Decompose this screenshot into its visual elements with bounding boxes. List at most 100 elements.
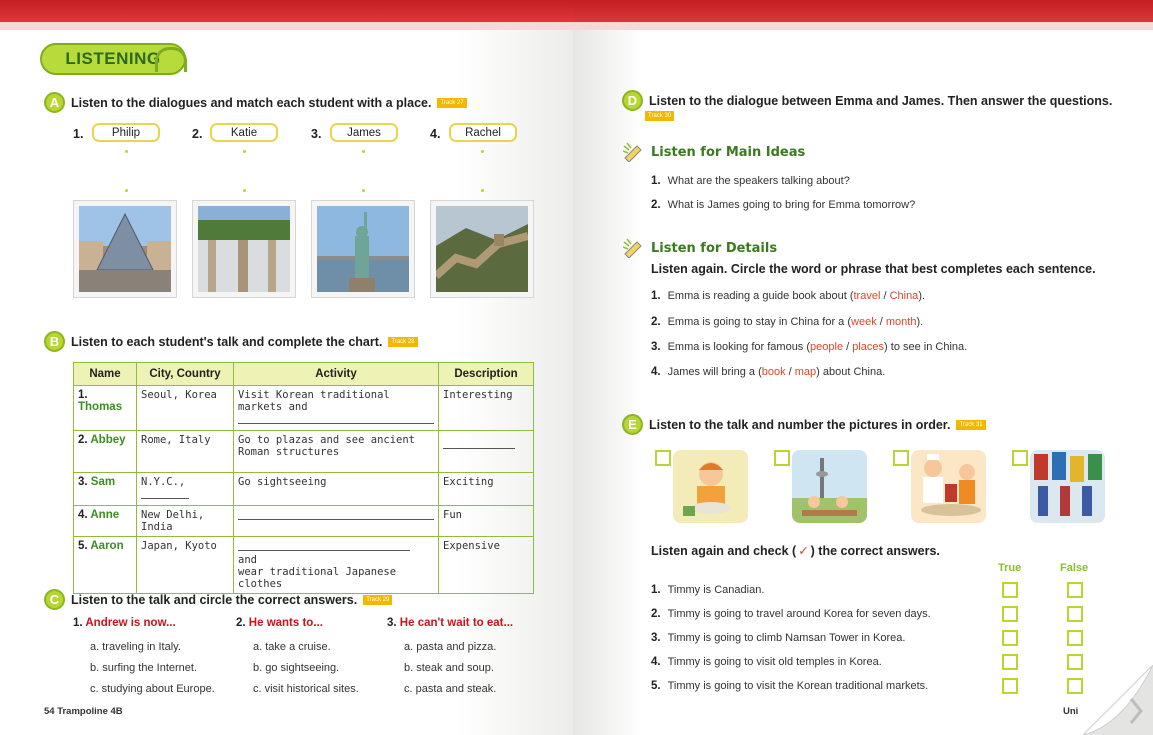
true-checkbox[interactable] bbox=[1002, 678, 1018, 694]
question: 2. He wants to... bbox=[236, 617, 323, 629]
match-dot[interactable] bbox=[243, 150, 246, 153]
answer-option[interactable]: a. take a cruise. bbox=[253, 641, 331, 653]
student-name-box: Philip bbox=[92, 123, 160, 142]
answer-option[interactable]: c. visit historical sites. bbox=[253, 683, 359, 695]
answer-option[interactable]: b. steak and soup. bbox=[404, 662, 494, 674]
false-checkbox[interactable] bbox=[1067, 630, 1083, 646]
order-number-box[interactable] bbox=[1012, 450, 1028, 466]
answer-option[interactable]: a. pasta and pizza. bbox=[404, 641, 496, 653]
track-label: Track 31 bbox=[956, 419, 986, 430]
answer-blank[interactable] bbox=[443, 438, 515, 449]
section-e-heading: E Listen to the talk and number the pict… bbox=[622, 414, 986, 435]
check-instruction: Listen again and check ( ✓ ) the correct… bbox=[651, 543, 940, 559]
section-title: Listen to the dialogues and match each s… bbox=[71, 95, 432, 110]
answer-blank[interactable] bbox=[238, 509, 434, 520]
choice-option[interactable]: week bbox=[851, 316, 877, 328]
answer-blank[interactable] bbox=[238, 413, 434, 424]
choice-option[interactable]: places bbox=[852, 341, 884, 353]
choice-option[interactable]: travel bbox=[853, 290, 880, 302]
match-dot[interactable] bbox=[481, 150, 484, 153]
check-mark-icon: ✓ bbox=[798, 544, 809, 558]
student-name: Thomas bbox=[78, 401, 123, 413]
question-text: Andrew is now... bbox=[85, 617, 176, 629]
choice-option[interactable]: people bbox=[810, 341, 843, 353]
item-text: Timmy is going to travel around Korea fo… bbox=[667, 608, 931, 620]
student-name: Sam bbox=[90, 476, 116, 488]
choice-option[interactable]: book bbox=[762, 366, 786, 378]
item-text: Timmy is going to visit old temples in K… bbox=[667, 656, 882, 668]
false-checkbox[interactable] bbox=[1067, 606, 1083, 622]
student-name: Abbey bbox=[90, 434, 126, 446]
name-cell: 3. Sam bbox=[73, 472, 137, 506]
choice-option[interactable]: month bbox=[886, 316, 917, 328]
answer-option[interactable]: c. studying about Europe. bbox=[90, 683, 215, 695]
page-footer: 54 Trampoline 4B bbox=[44, 706, 123, 717]
activity-cell bbox=[233, 505, 439, 537]
answer-option[interactable]: c. pasta and steak. bbox=[404, 683, 496, 695]
city-cell: Japan, Kyoto bbox=[136, 536, 234, 594]
boy-eating-picture bbox=[673, 450, 748, 523]
item-number: 3. bbox=[651, 632, 661, 644]
chart-header-row: Name City, Country Activity Description bbox=[73, 362, 534, 386]
statement-line: 4. Timmy is going to visit old temples in… bbox=[651, 656, 882, 668]
section-badge: A bbox=[44, 92, 65, 113]
match-dot[interactable] bbox=[362, 189, 365, 192]
item-text: ). bbox=[918, 290, 926, 302]
waterfall-photo bbox=[192, 200, 296, 298]
choice-option[interactable]: map bbox=[795, 366, 816, 378]
answer-option[interactable]: b. surfing the Internet. bbox=[90, 662, 197, 674]
section-badge: B bbox=[44, 331, 65, 352]
table-row: 4. Anne New Delhi, India Fun bbox=[73, 505, 534, 537]
match-dot[interactable] bbox=[481, 189, 484, 192]
section-b-heading: B Listen to each student's talk and comp… bbox=[44, 331, 418, 352]
headphone-icon bbox=[155, 47, 187, 72]
item-text: Emma is looking for famous ( bbox=[667, 341, 811, 353]
left-page: LISTENING A Listen to the dialogues and … bbox=[0, 0, 573, 735]
name-cell: 4. Anne bbox=[73, 505, 137, 537]
false-checkbox[interactable] bbox=[1067, 582, 1083, 598]
section-badge: E bbox=[622, 414, 643, 435]
item-text: ) about China. bbox=[816, 366, 886, 378]
listening-header: LISTENING bbox=[40, 43, 187, 75]
match-dot[interactable] bbox=[362, 150, 365, 153]
statement-line: 5. Timmy is going to visit the Korean tra… bbox=[651, 680, 928, 692]
description-cell: Exciting bbox=[438, 472, 534, 506]
city-text: N.Y.C., bbox=[141, 476, 186, 488]
answer-blank[interactable] bbox=[141, 488, 189, 499]
item-text: What are the speakers talking about? bbox=[667, 175, 850, 187]
track-label: Track 30 bbox=[645, 111, 675, 121]
student-name: Rachel bbox=[465, 126, 501, 139]
match-dot[interactable] bbox=[125, 189, 128, 192]
question-number: 1. bbox=[73, 617, 83, 629]
true-column-label: True bbox=[998, 562, 1022, 574]
city-cell: N.Y.C., bbox=[136, 472, 234, 506]
name-cell: 2. Abbey bbox=[73, 430, 137, 473]
choice-option[interactable]: China bbox=[890, 290, 919, 302]
match-dot[interactable] bbox=[125, 150, 128, 153]
match-dot[interactable] bbox=[243, 189, 246, 192]
row-number: 3. bbox=[78, 476, 88, 488]
true-checkbox[interactable] bbox=[1002, 582, 1018, 598]
section-badge: C bbox=[44, 589, 65, 610]
order-number-box[interactable] bbox=[893, 450, 909, 466]
item-text: Timmy is Canadian. bbox=[667, 584, 765, 596]
order-number-box[interactable] bbox=[655, 450, 671, 466]
answer-option[interactable]: a. traveling in Italy. bbox=[90, 641, 181, 653]
true-checkbox[interactable] bbox=[1002, 606, 1018, 622]
item-number: 2. bbox=[651, 199, 661, 211]
column-header: City, Country bbox=[136, 362, 234, 386]
description-cell: Expensive bbox=[438, 536, 534, 594]
true-checkbox[interactable] bbox=[1002, 630, 1018, 646]
true-checkbox[interactable] bbox=[1002, 654, 1018, 670]
item-text: Emma is going to stay in China for a ( bbox=[667, 316, 852, 328]
page-turn-icon[interactable] bbox=[1083, 665, 1153, 735]
false-checkbox[interactable] bbox=[1067, 654, 1083, 670]
false-checkbox[interactable] bbox=[1067, 678, 1083, 694]
answer-blank[interactable] bbox=[238, 540, 410, 551]
description-cell: Interesting bbox=[438, 385, 534, 431]
item-number: 1. bbox=[651, 290, 661, 302]
student-name: Philip bbox=[111, 126, 141, 139]
details-instruction: Listen again. Circle the word or phrase … bbox=[651, 262, 1096, 276]
order-number-box[interactable] bbox=[774, 450, 790, 466]
answer-option[interactable]: b. go sightseeing. bbox=[253, 662, 339, 674]
